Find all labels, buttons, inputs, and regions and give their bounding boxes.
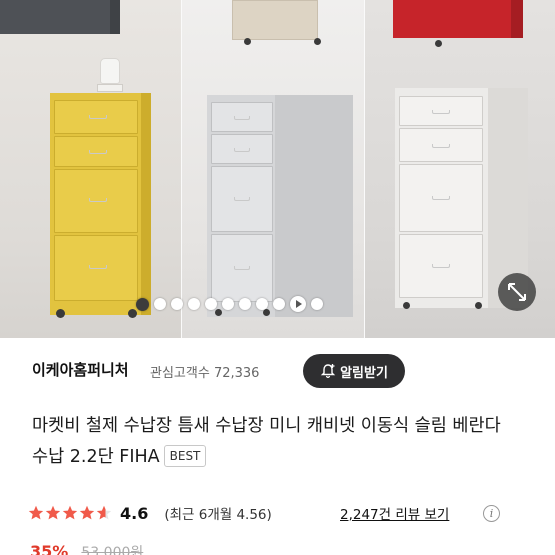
gallery-dot[interactable] <box>171 298 183 310</box>
seller-row: 이케아홈퍼니처 관심고객수 72,336 알림받기 <box>0 338 555 398</box>
star-icon <box>28 505 44 520</box>
original-price: 53,000원 <box>81 545 144 555</box>
vase-image <box>100 58 120 84</box>
gallery-dot[interactable] <box>311 298 323 310</box>
bell-plus-icon <box>320 364 336 379</box>
followers-label: 관심고객수 <box>150 366 210 381</box>
rating-value: 4.6 <box>120 503 149 523</box>
expand-icon <box>508 283 526 301</box>
video-play-dot[interactable] <box>290 296 306 312</box>
discount-rate: 35% <box>30 542 69 555</box>
gallery-dot[interactable] <box>136 297 149 311</box>
rating-row: 4.6 (최근 6개월 4.56) 2,247건 리뷰 보기 i <box>28 501 500 525</box>
gallery-dot[interactable] <box>273 298 285 310</box>
seller-name[interactable]: 이케아홈퍼니처 <box>32 359 129 380</box>
gallery-dot[interactable] <box>256 298 268 310</box>
product-title: 마켓비 철제 수납장 틈새 수납장 미니 캐비넷 이동식 슬림 베란다 수납 2… <box>32 416 501 467</box>
red-cabinet-image <box>393 0 511 38</box>
grey-cabinet-image <box>207 95 353 317</box>
gallery-panel-grey <box>182 0 365 338</box>
product-image-gallery[interactable] <box>0 0 555 338</box>
drawer <box>54 169 138 233</box>
followers-info: 관심고객수 72,336 <box>150 362 259 381</box>
book-image <box>97 84 123 92</box>
drawer <box>54 136 138 167</box>
dark-cabinet-image <box>0 0 110 34</box>
gallery-pagination <box>136 296 323 312</box>
drawer <box>211 234 273 302</box>
dark-cabinet-side <box>110 0 120 34</box>
gallery-dot[interactable] <box>239 298 251 310</box>
drawer <box>399 164 483 232</box>
beige-cabinet-image <box>232 0 318 40</box>
star-rating <box>28 505 112 521</box>
product-title-block: 마켓비 철제 수납장 틈새 수납장 미니 캐비넷 이동식 슬림 베란다 수납 2… <box>32 411 502 473</box>
expand-image-button[interactable] <box>498 273 536 311</box>
drawer <box>399 234 483 298</box>
drawer <box>211 102 273 132</box>
gallery-dot[interactable] <box>205 298 217 310</box>
recent-rating: (최근 6개월 4.56) <box>164 507 272 523</box>
yellow-cabinet-image <box>50 93 151 318</box>
best-badge: BEST <box>163 445 207 467</box>
drawer <box>399 96 483 126</box>
reviews-link[interactable]: 2,247건 리뷰 보기 <box>340 503 449 523</box>
drawer <box>54 235 138 301</box>
gallery-panel-yellow <box>0 0 182 338</box>
star-icon <box>96 505 112 520</box>
info-icon[interactable]: i <box>483 504 500 522</box>
play-icon <box>296 300 302 308</box>
star-icon <box>45 505 61 520</box>
alarm-subscribe-button[interactable]: 알림받기 <box>303 354 405 388</box>
star-icon <box>79 505 95 520</box>
alarm-button-label: 알림받기 <box>340 365 388 381</box>
star-icon <box>62 505 78 520</box>
drawer <box>211 134 273 164</box>
red-cabinet-side <box>511 0 523 38</box>
drawer <box>399 128 483 162</box>
gallery-dot[interactable] <box>222 298 234 310</box>
gallery-dot[interactable] <box>188 298 200 310</box>
followers-count: 72,336 <box>213 366 260 381</box>
drawer <box>54 100 138 134</box>
price-row: 35% 53,000원 <box>30 542 143 555</box>
gallery-dot[interactable] <box>154 298 166 310</box>
drawer <box>211 166 273 232</box>
